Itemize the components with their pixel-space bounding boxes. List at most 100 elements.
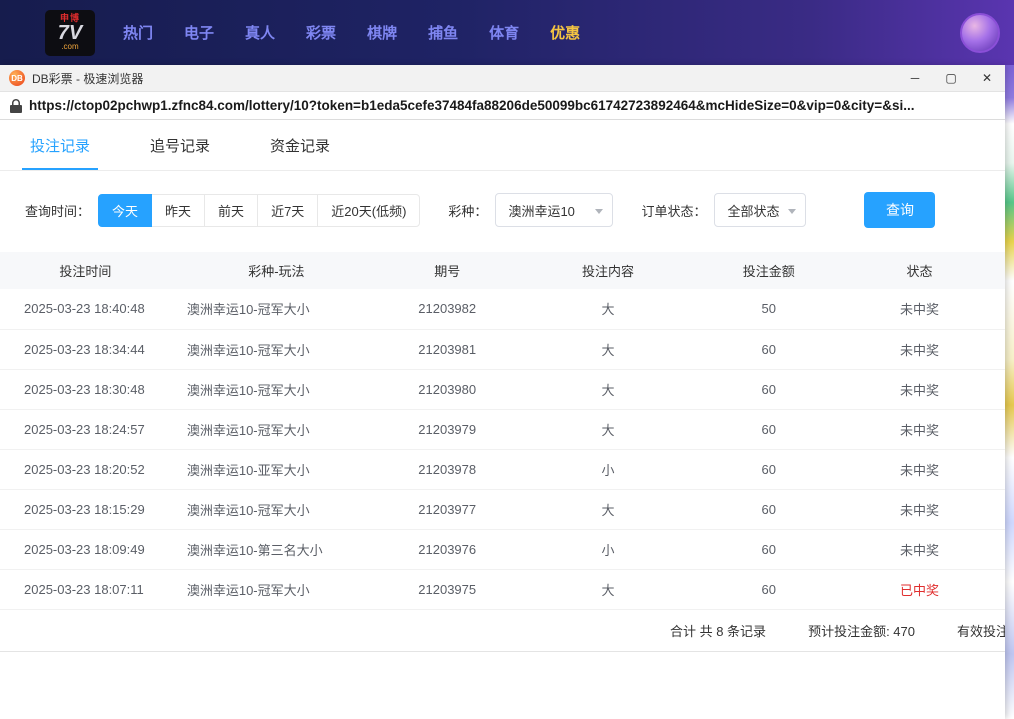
nav-item[interactable]: 捕鱼 (428, 22, 458, 43)
cell-content: 大 (513, 409, 704, 449)
summary-bar: 合计 共 8 条记录 预计投注金额: 470 有效投注金额 (0, 610, 1005, 652)
time-filter-option[interactable]: 今天 (98, 194, 152, 227)
url-text: https://ctop02pchwp1.zfnc84.com/lottery/… (29, 98, 914, 113)
cell-game: 澳洲幸运10-冠军大小 (171, 409, 382, 449)
nav-item[interactable]: 体育 (489, 22, 519, 43)
cell-content: 大 (513, 569, 704, 609)
cell-content: 大 (513, 329, 704, 369)
bet-records-table: 投注时间 彩种-玩法 期号 投注内容 投注金额 状态 2025-03-23 18… (0, 252, 1005, 610)
time-filter-option[interactable]: 昨天 (151, 194, 205, 227)
nav-item[interactable]: 彩票 (306, 22, 336, 43)
cell-content: 大 (513, 289, 704, 329)
tab-chase-records[interactable]: 追号记录 (142, 120, 218, 170)
cell-status: 未中奖 (834, 529, 1005, 569)
time-filter-option[interactable]: 近7天 (257, 194, 318, 227)
header-game: 彩种-玩法 (171, 252, 382, 289)
nav-item[interactable]: 真人 (245, 22, 275, 43)
cell-game: 澳洲幸运10-冠军大小 (171, 329, 382, 369)
site-topbar: 申博 7V .com 热门 电子 真人 彩票 棋牌 捕鱼 体育 优惠 (0, 0, 1014, 65)
time-filter-option[interactable]: 近20天(低频) (317, 194, 420, 227)
table-row: 2025-03-23 18:09:49澳洲幸运10-第三名大小21203976小… (0, 529, 1005, 569)
lottery-filter-label: 彩种： (448, 201, 487, 220)
cell-status: 未中奖 (834, 329, 1005, 369)
address-bar[interactable]: https://ctop02pchwp1.zfnc84.com/lottery/… (0, 92, 1005, 120)
chevron-down-icon (788, 209, 796, 214)
nav-item[interactable]: 棋牌 (367, 22, 397, 43)
table-row: 2025-03-23 18:15:29澳洲幸运10-冠军大小21203977大6… (0, 489, 1005, 529)
header-status: 状态 (834, 252, 1005, 289)
record-tabs: 投注记录 追号记录 资金记录 (0, 120, 1005, 171)
cell-issue: 21203975 (382, 569, 513, 609)
cell-status: 未中奖 (834, 409, 1005, 449)
nav-item[interactable]: 电子 (184, 22, 214, 43)
summary-total: 合计 共 8 条记录 (670, 621, 766, 640)
close-button[interactable]: ✕ (969, 65, 1005, 91)
cell-content: 大 (513, 489, 704, 529)
tab-fund-records[interactable]: 资金记录 (262, 120, 338, 170)
table-row: 2025-03-23 18:34:44澳洲幸运10-冠军大小21203981大6… (0, 329, 1005, 369)
cell-time: 2025-03-23 18:15:29 (0, 489, 171, 529)
time-filter-option[interactable]: 前天 (204, 194, 258, 227)
cell-issue: 21203981 (382, 329, 513, 369)
cell-issue: 21203979 (382, 409, 513, 449)
header-bet-amount: 投注金额 (703, 252, 834, 289)
cell-game: 澳洲幸运10-冠军大小 (171, 289, 382, 329)
order-status-select[interactable]: 全部状态 (714, 193, 806, 227)
cell-status: 未中奖 (834, 489, 1005, 529)
cell-status: 未中奖 (834, 289, 1005, 329)
table-row: 2025-03-23 18:40:48澳洲幸运10-冠军大小21203982大5… (0, 289, 1005, 329)
tab-bet-records[interactable]: 投注记录 (22, 120, 98, 170)
cell-time: 2025-03-23 18:34:44 (0, 329, 171, 369)
cell-content: 大 (513, 369, 704, 409)
table-body: 2025-03-23 18:40:48澳洲幸运10-冠军大小21203982大5… (0, 289, 1005, 609)
cell-time: 2025-03-23 18:40:48 (0, 289, 171, 329)
cell-issue: 21203978 (382, 449, 513, 489)
cell-amount: 60 (703, 409, 834, 449)
page-content: 投注记录 追号记录 资金记录 查询时间： 今天昨天前天近7天近20天(低频) 彩… (0, 120, 1005, 652)
lock-icon (10, 99, 22, 113)
main-nav: 热门 电子 真人 彩票 棋牌 捕鱼 体育 优惠 (123, 22, 611, 43)
cell-time: 2025-03-23 18:09:49 (0, 529, 171, 569)
header-bet-content: 投注内容 (513, 252, 704, 289)
table-row: 2025-03-23 18:20:52澳洲幸运10-亚军大小21203978小6… (0, 449, 1005, 489)
cell-issue: 21203977 (382, 489, 513, 529)
cell-amount: 60 (703, 369, 834, 409)
summary-expected: 预计投注金额: 470 (808, 621, 915, 640)
browser-window: DB DB彩票 - 极速浏览器 ─ ▢ ✕ https://ctop02pchw… (0, 65, 1005, 719)
summary-valid: 有效投注金额 (957, 621, 1005, 640)
time-filter-label: 查询时间： (25, 201, 90, 220)
cell-amount: 60 (703, 329, 834, 369)
nav-item[interactable]: 优惠 (550, 22, 580, 43)
cell-amount: 50 (703, 289, 834, 329)
cell-time: 2025-03-23 18:07:11 (0, 569, 171, 609)
window-title: DB彩票 - 极速浏览器 (32, 70, 143, 87)
status-filter-label: 订单状态： (641, 201, 706, 220)
search-button[interactable]: 查询 (864, 192, 935, 228)
filter-bar: 查询时间： 今天昨天前天近7天近20天(低频) 彩种： 澳洲幸运10 订单状态：… (25, 192, 1005, 228)
cell-time: 2025-03-23 18:20:52 (0, 449, 171, 489)
maximize-button[interactable]: ▢ (933, 65, 969, 91)
cell-issue: 21203982 (382, 289, 513, 329)
cell-content: 小 (513, 449, 704, 489)
cell-amount: 60 (703, 529, 834, 569)
chevron-down-icon (595, 209, 603, 214)
lottery-select[interactable]: 澳洲幸运10 (495, 193, 613, 227)
site-logo[interactable]: 申博 7V .com (45, 10, 95, 56)
cell-issue: 21203980 (382, 369, 513, 409)
logo-sub-text: .com (61, 43, 78, 51)
cell-time: 2025-03-23 18:24:57 (0, 409, 171, 449)
cell-status: 已中奖 (834, 569, 1005, 609)
header-bet-time: 投注时间 (0, 252, 171, 289)
browser-app-icon: DB (9, 70, 25, 86)
minimize-button[interactable]: ─ (897, 65, 933, 91)
cell-amount: 60 (703, 569, 834, 609)
cell-game: 澳洲幸运10-亚军大小 (171, 449, 382, 489)
table-row: 2025-03-23 18:07:11澳洲幸运10-冠军大小21203975大6… (0, 569, 1005, 609)
cell-time: 2025-03-23 18:30:48 (0, 369, 171, 409)
cell-status: 未中奖 (834, 449, 1005, 489)
window-titlebar[interactable]: DB DB彩票 - 极速浏览器 ─ ▢ ✕ (0, 65, 1005, 92)
nav-item[interactable]: 热门 (123, 22, 153, 43)
table-row: 2025-03-23 18:24:57澳洲幸运10-冠军大小21203979大6… (0, 409, 1005, 449)
table-header: 投注时间 彩种-玩法 期号 投注内容 投注金额 状态 (0, 252, 1005, 289)
user-avatar[interactable] (960, 13, 1000, 53)
